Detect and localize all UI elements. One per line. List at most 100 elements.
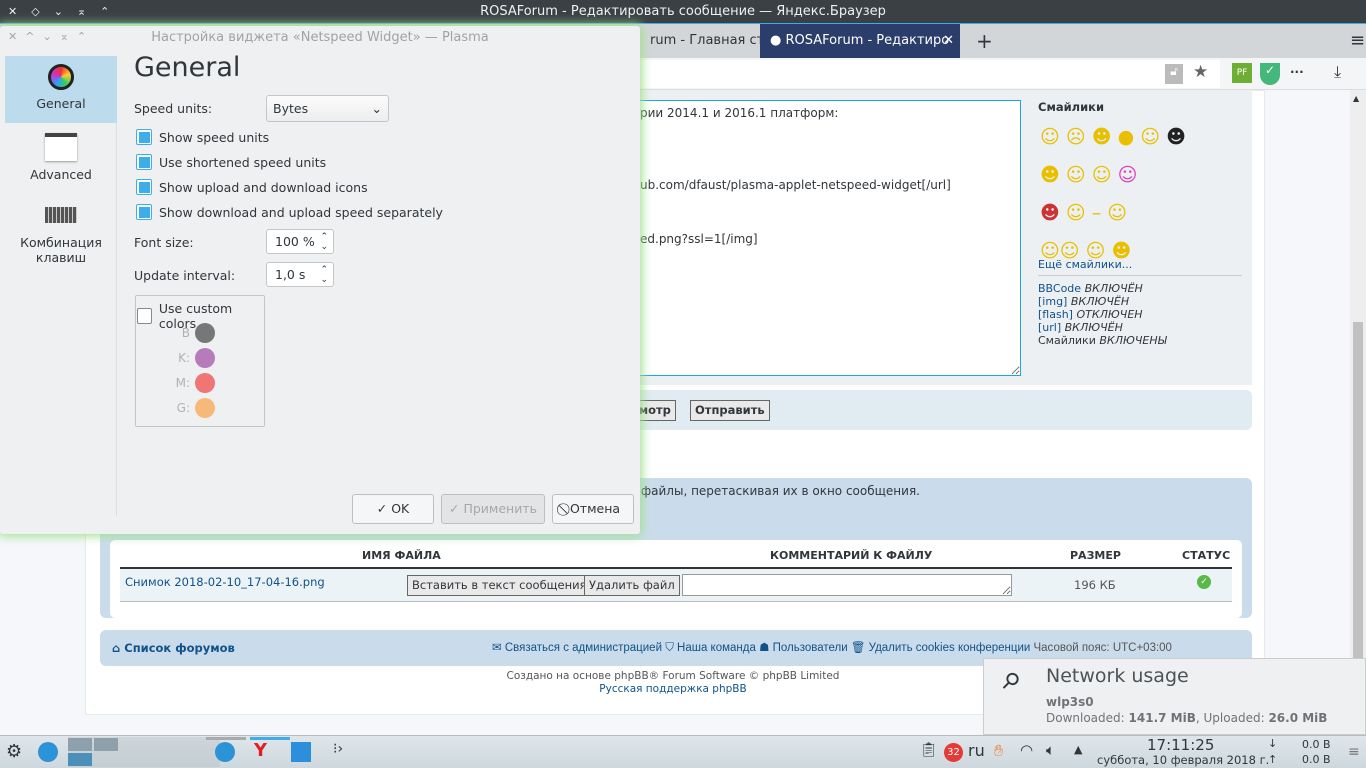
sidebar-item-shortcuts[interactable]: Комбинация клавиш <box>5 193 117 265</box>
contact-link[interactable]: ✉ Связаться с администрацией <box>492 642 662 654</box>
smiley-icon: ☺ <box>1065 202 1086 224</box>
keep-above-icon[interactable]: ⌃ <box>100 0 109 24</box>
panel-menu-icon[interactable]: ≡ <box>1348 744 1360 760</box>
wifi-icon[interactable]: ◠ <box>1020 741 1033 759</box>
network-speed-widget-icon[interactable]: ✋︎ <box>994 741 1003 761</box>
clipboard-icon[interactable]: 📋︎ <box>920 742 938 758</box>
font-size-spinbox[interactable]: 100 % ⌃ ⌄ <box>266 229 334 254</box>
smiley-icon: ☻ <box>1040 202 1060 224</box>
ok-button[interactable]: ✓ OK <box>352 494 434 524</box>
close-tab-icon[interactable]: ✕ <box>943 24 954 58</box>
smiley-icon: ☺ <box>1117 164 1138 186</box>
bbcode-status: BBCode ВКЛЮЧЁН [img] ВКЛЮЧЁН [flash] ОТК… <box>1038 282 1167 347</box>
color-m-swatch[interactable] <box>195 373 215 393</box>
volume-icon[interactable]: 🔈︎ <box>1046 741 1055 759</box>
tray-expand-icon[interactable]: ▲ <box>1074 743 1082 756</box>
lock-icon[interactable]: 🔓︎ <box>1165 64 1183 84</box>
update-interval-spinbox[interactable]: 1,0 s ⌃ ⌄ <box>266 262 334 287</box>
traffic-stats: Downloaded: 141.7 MiB, Uploaded: 26.0 Mi… <box>1046 711 1328 725</box>
speed-units-select[interactable]: Bytes ⌄ <box>266 95 389 122</box>
close-icon[interactable]: ✕ <box>8 0 17 24</box>
tab-edit-active[interactable]: ● ROSAForum - Редактиро ✕ <box>760 24 960 58</box>
telegram-task-icon[interactable] <box>215 742 235 762</box>
team-link[interactable]: ⛉ Наша команда <box>665 642 756 654</box>
new-tab-button[interactable]: + <box>966 24 993 58</box>
more-extensions-button[interactable]: ... <box>1290 62 1304 76</box>
pager[interactable] <box>68 737 220 767</box>
minimize-icon[interactable]: ⌄ <box>54 0 63 24</box>
taskbar: ⚙ Y ⁝› 📋︎ 32 ru ✋︎ ◠ 🔈︎ ▲ 17:11:25 суббо… <box>0 735 1366 768</box>
adguard-shield-icon[interactable]: ✓ <box>1260 63 1280 85</box>
cancel-button[interactable]: ⃠ Отмена <box>552 494 634 524</box>
page-scrollbar[interactable]: ▲ <box>1350 90 1366 735</box>
color-k-swatch[interactable] <box>195 348 215 368</box>
dialog-window-controls[interactable]: ✕^⌄⌅⌃ <box>8 30 94 43</box>
smiley-icon: ☻ <box>1091 126 1112 148</box>
apply-button[interactable]: ✓ Применить <box>441 494 545 524</box>
yandex-browser-task-icon[interactable]: Y <box>254 740 267 761</box>
sidebar-item-general[interactable]: General <box>5 56 117 123</box>
submit-button[interactable]: Отправить <box>690 400 770 421</box>
col-comment: КОММЕНТАРИЙ К ФАЙЛУ <box>770 549 933 562</box>
credits: Создано на основе phpBB® Forum Software … <box>400 670 946 696</box>
col-filename: ИМЯ ФАЙЛА <box>362 549 441 562</box>
smiley-icon: ☺ <box>1065 164 1086 186</box>
settings-sidebar: General Advanced Комбинация клавиш <box>5 56 117 516</box>
download-arrow-icon: ↓ <box>1268 737 1278 750</box>
status-ok-icon: ✓ <box>1197 575 1211 589</box>
attachment-filename[interactable]: Снимок 2018-02-10_17-04-16.png <box>125 575 325 589</box>
clock-time[interactable]: 17:11:25 <box>1147 736 1214 754</box>
popup-title: Network usage <box>1046 665 1189 687</box>
file-manager-task-icon[interactable] <box>291 742 311 762</box>
delete-cookies-link[interactable]: 🗑︎ Удалить cookies конференции <box>851 642 1030 654</box>
separate-speed-checkbox[interactable]: Show download and upload speed separatel… <box>136 204 443 220</box>
window-title: ROSAForum - Редактировать сообщение — Ян… <box>480 4 886 19</box>
clock-date[interactable]: суббота, 10 февраля 2018 г. <box>1097 753 1269 767</box>
upload-speed: 0.0 B <box>1302 753 1331 766</box>
updown-icons-checkbox[interactable]: Show upload and download icons <box>136 179 368 195</box>
smiley-icon: ☺ <box>1107 202 1128 224</box>
smilies-title: Смайлики <box>1038 100 1105 114</box>
keyboard-icon <box>45 207 77 223</box>
interface-name: wlp3s0 <box>1046 695 1094 709</box>
forum-index-link[interactable]: ⌂ Список форумов <box>112 641 235 655</box>
network-usage-popup: ⚲ Network usage wlp3s0 Downloaded: 141.7… <box>983 658 1366 735</box>
notifications-badge[interactable]: 32 <box>944 743 963 762</box>
pin-icon[interactable]: ◇ <box>31 0 39 24</box>
smiley-icon: ☻ <box>1166 126 1186 148</box>
browser-menu-button[interactable]: ≡ <box>1340 24 1365 58</box>
delete-file-button[interactable]: Удалить файл <box>584 575 680 596</box>
color-g-swatch[interactable] <box>195 398 215 418</box>
sidebar-item-advanced[interactable]: Advanced <box>5 123 117 193</box>
color-b-swatch[interactable] <box>195 323 215 343</box>
file-size: 196 КБ <box>1074 578 1116 592</box>
advanced-window-icon <box>45 133 77 161</box>
app-launcher-icon[interactable]: ⚙ <box>6 741 22 762</box>
file-comment-input[interactable] <box>682 574 1012 596</box>
smiley-icon: ☻ <box>1040 164 1060 186</box>
widget-settings-dialog: Настройка виджета «Netspeed Widget» — Pl… <box>0 26 640 534</box>
show-speed-units-checkbox[interactable]: Show speed units <box>136 129 269 145</box>
russian-support-link[interactable]: Русская поддержка phpBB <box>400 683 946 696</box>
pf-extension-icon[interactable]: PF <box>1232 63 1252 83</box>
general-icon <box>48 64 74 90</box>
smiley-icon: ☺ <box>1040 126 1060 148</box>
insert-into-message-button[interactable]: Вставить в текст сообщения <box>407 575 592 596</box>
shortened-units-checkbox[interactable]: Use shortened speed units <box>136 154 326 170</box>
maximize-icon[interactable]: ⌅ <box>77 0 86 24</box>
attachment-row: Снимок 2018-02-10_17-04-16.png Вставить … <box>120 567 1232 602</box>
smilies-grid[interactable]: ☺ ☹ ☻ ● ☺ ☻ ☻ ☺ ☺ ☺ ☻ ☺ – ☺ ☺☺ ☺ ☻ <box>1040 118 1220 270</box>
window-titlebar: ✕ ◇ ⌄ ⌅ ⌃ ROSAForum - Редактировать сообщени… <box>0 0 1366 24</box>
bookmark-star-icon[interactable]: ★ <box>1193 62 1208 82</box>
home-icon: ⌂ <box>112 641 121 655</box>
smiley-icon: ☺ <box>1140 126 1161 148</box>
custom-colors-group: Use custom colors B K: M: G: <box>135 295 265 427</box>
downloads-icon[interactable]: ⤓ <box>1334 62 1341 82</box>
tab-main[interactable]: rum - Главная стра <box>640 24 760 58</box>
keyboard-layout[interactable]: ru <box>968 741 985 760</box>
upload-arrow-icon: ↑ <box>1268 753 1278 766</box>
telegram-icon[interactable] <box>38 742 58 762</box>
users-link[interactable]: ☗ Пользователи <box>759 642 848 654</box>
more-smilies-link[interactable]: Ещё смайлики... <box>1038 258 1132 271</box>
kdeconnect-task-icon[interactable]: ⁝› <box>333 741 343 757</box>
